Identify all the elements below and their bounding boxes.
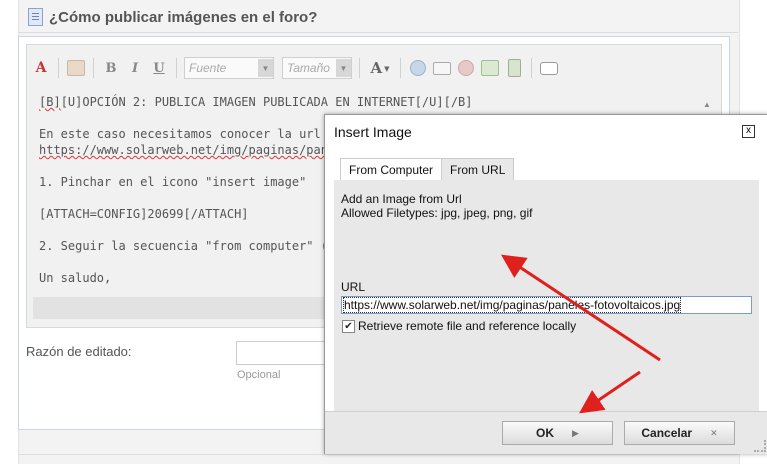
page-title: ¿Cómo publicar imágenes en el foro? bbox=[49, 8, 318, 26]
italic-button[interactable]: I bbox=[125, 58, 145, 78]
link-icon[interactable] bbox=[456, 58, 476, 78]
tab-from-url[interactable]: From URL bbox=[441, 158, 515, 180]
dialog-tabs: From Computer From URL bbox=[340, 158, 515, 180]
editor-line: 2. Seguir la secuencia "from computer" (… bbox=[39, 239, 350, 253]
size-select[interactable]: Tamaño ▼ bbox=[282, 57, 352, 79]
url-label: URL bbox=[341, 280, 366, 294]
font-select[interactable]: Fuente ▼ bbox=[184, 57, 274, 79]
cancel-button[interactable]: Cancelar ✕ bbox=[624, 421, 735, 445]
video-icon[interactable] bbox=[504, 58, 524, 78]
smilie-icon[interactable] bbox=[408, 58, 428, 78]
ok-label: OK bbox=[536, 426, 555, 440]
cancel-label: Cancelar bbox=[641, 426, 693, 440]
underline-button[interactable]: U bbox=[149, 58, 169, 78]
retrieve-checkbox[interactable]: ✔ bbox=[342, 320, 355, 333]
insert-image-icon[interactable] bbox=[480, 58, 500, 78]
scroll-up-icon[interactable]: ▲ bbox=[700, 97, 714, 111]
insert-image-dialog: Insert Image x From Computer From URL Ad… bbox=[324, 114, 767, 454]
text-color-button[interactable]: A ▼ bbox=[367, 58, 393, 78]
editor-line: 1. Pinchar en el icono "insert image" bbox=[39, 175, 307, 189]
reason-input[interactable] bbox=[236, 341, 328, 365]
toolbar-separator bbox=[176, 58, 177, 78]
paste-icon[interactable] bbox=[66, 58, 86, 78]
tab-from-computer[interactable]: From Computer bbox=[340, 158, 443, 180]
resize-grip-icon[interactable] bbox=[754, 440, 766, 452]
editor-line: [ATTACH=CONFIG]20699[/ATTACH] bbox=[39, 207, 249, 221]
editor-line: https://www.solarweb.net/img/paginas/pan… bbox=[39, 143, 336, 157]
toolbar-separator bbox=[400, 58, 401, 78]
close-icon: ✕ bbox=[710, 427, 718, 438]
dialog-footer: OK ▶ Cancelar ✕ bbox=[325, 411, 767, 454]
quote-icon[interactable] bbox=[539, 58, 559, 78]
dialog-header: Insert Image x bbox=[325, 115, 767, 147]
toolbar-separator bbox=[58, 58, 59, 78]
remove-format-icon[interactable]: A bbox=[31, 58, 51, 78]
allowed-filetypes: Allowed Filetypes: jpg, jpeg, png, gif bbox=[341, 206, 533, 220]
url-input-value: https://www.solarweb.net/img/paginas/pan… bbox=[342, 297, 682, 313]
text-color-label: A bbox=[370, 59, 383, 77]
divider bbox=[18, 454, 738, 455]
url-section-heading: Add an Image from Url bbox=[341, 192, 462, 206]
dialog-title: Insert Image bbox=[334, 124, 412, 140]
editor-toolbar: A B I U Fuente ▼ Tamaño ▼ A ▼ bbox=[31, 53, 711, 83]
toolbar-separator bbox=[93, 58, 94, 78]
editor-line: Un saludo, bbox=[39, 271, 112, 285]
size-select-label: Tamaño bbox=[287, 61, 330, 75]
chevron-down-icon: ▼ bbox=[258, 59, 273, 77]
bold-button[interactable]: B bbox=[101, 58, 121, 78]
font-select-label: Fuente bbox=[189, 61, 227, 75]
editor-line: [B][U]OPCIÓN 2: PUBLICA IMAGEN PUBLICADA… bbox=[39, 95, 473, 109]
divider bbox=[18, 32, 738, 33]
document-icon bbox=[28, 8, 43, 26]
ok-button[interactable]: OK ▶ bbox=[502, 421, 613, 445]
url-input[interactable]: https://www.solarweb.net/img/paginas/pan… bbox=[341, 296, 752, 314]
email-icon[interactable] bbox=[432, 58, 452, 78]
editor-line: En este caso necesitamos conocer la url … bbox=[39, 127, 350, 141]
close-icon[interactable]: x bbox=[742, 125, 755, 138]
reason-hint: Opcional bbox=[237, 369, 281, 381]
toolbar-separator bbox=[531, 58, 532, 78]
dialog-body: Add an Image from Url Allowed Filetypes:… bbox=[334, 180, 759, 411]
chevron-down-icon: ▼ bbox=[336, 59, 351, 77]
play-icon: ▶ bbox=[572, 427, 579, 438]
reason-label: Razón de editado: bbox=[26, 344, 132, 359]
toolbar-separator bbox=[359, 58, 360, 78]
post-title: ¿Cómo publicar imágenes en el foro? bbox=[28, 6, 317, 28]
retrieve-label: Retrieve remote file and reference local… bbox=[358, 319, 577, 333]
